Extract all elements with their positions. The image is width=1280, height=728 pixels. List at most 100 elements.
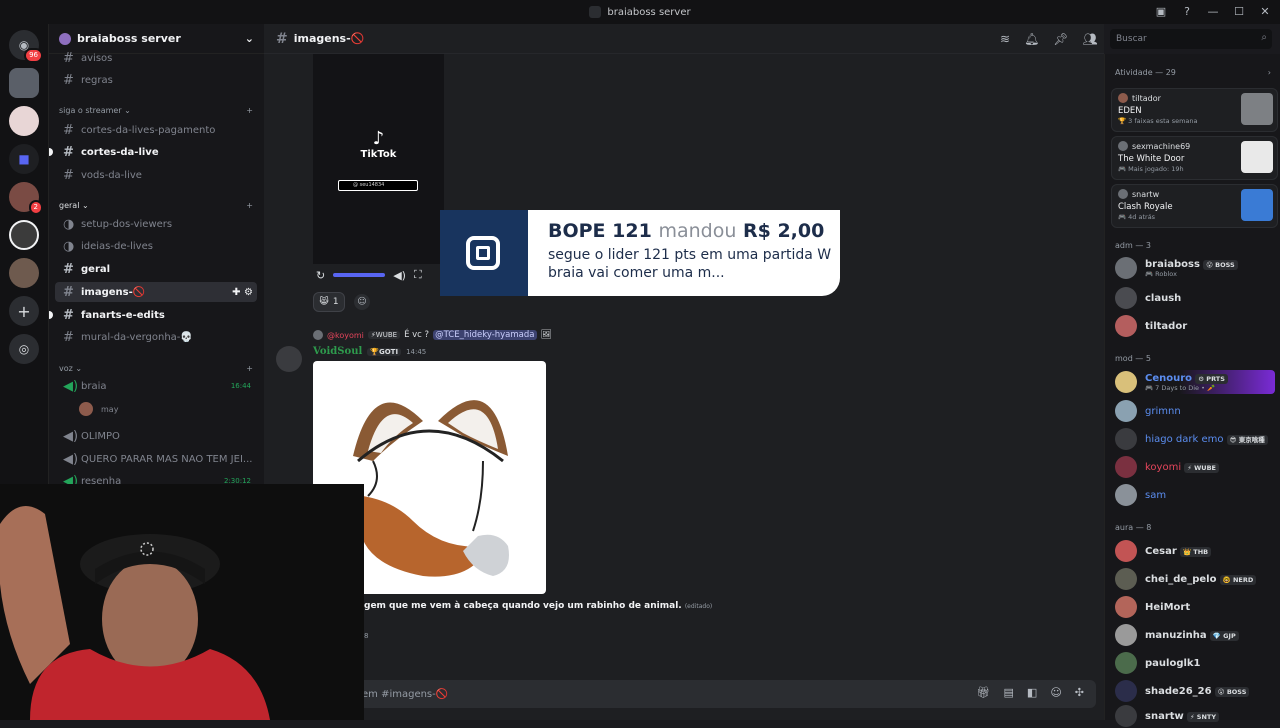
- member-shade26-26[interactable]: shade26_26 😮 BOSS: [1115, 679, 1275, 703]
- reaction-button[interactable]: 😸 1: [313, 292, 345, 312]
- voice-channel-olimpo[interactable]: ◀) OLIMPO: [55, 426, 257, 446]
- close-button[interactable]: ✕: [1256, 3, 1274, 21]
- channel-regras[interactable]: # regras: [55, 70, 257, 90]
- channel-mural-da-vergonha[interactable]: # mural-da-vergonha-💀: [55, 327, 257, 347]
- speaker-icon: ◀): [63, 451, 79, 467]
- discover-icon[interactable]: ◎: [9, 334, 39, 364]
- channel-label: imagens-🚫: [81, 286, 146, 298]
- avatar: [1115, 624, 1137, 646]
- fullscreen-icon[interactable]: ⛶: [414, 268, 422, 282]
- channel-avisos[interactable]: # avisos: [55, 48, 257, 68]
- server-icon[interactable]: ■: [9, 144, 39, 174]
- maximize-button[interactable]: ☐: [1230, 3, 1248, 21]
- window-title: braiaboss server: [607, 6, 691, 18]
- voice-user-may[interactable]: may: [55, 399, 257, 419]
- add-channel-icon[interactable]: +: [246, 364, 253, 373]
- activity-thumbnail: [1241, 141, 1273, 173]
- voice-channel-braia[interactable]: ◀) braia 16:44: [55, 376, 257, 396]
- author-tag: 🏆GOTI: [367, 347, 402, 356]
- apps-icon[interactable]: ✣: [1075, 686, 1084, 699]
- reaction-count: 1: [332, 297, 339, 307]
- voice-channel-quero-parar[interactable]: ◀) QUERO PARAR MAS NAO TEM JEI...: [55, 449, 257, 469]
- member-koyomi[interactable]: koyomi ⚡ WUBE: [1115, 455, 1275, 479]
- chevron-right-icon[interactable]: ›: [1268, 68, 1271, 77]
- member-tiltador[interactable]: tiltador: [1115, 314, 1275, 338]
- add-server-icon[interactable]: +: [9, 296, 39, 326]
- channel-label: QUERO PARAR MAS NAO TEM JEI...: [81, 453, 253, 465]
- gift-icon[interactable]: 🎁︎: [977, 686, 991, 699]
- hash-icon: #: [63, 144, 74, 160]
- minimize-button[interactable]: —: [1204, 3, 1222, 21]
- member-sam[interactable]: sam: [1115, 483, 1275, 507]
- server-icon-braiaboss[interactable]: [9, 220, 39, 250]
- add-channel-icon[interactable]: +: [246, 106, 253, 115]
- member-heimort[interactable]: HeiMort: [1115, 595, 1275, 619]
- volume-icon[interactable]: ◀): [393, 269, 406, 282]
- member-manuzinha[interactable]: manuzinha 💎 GJP: [1115, 623, 1275, 647]
- settings-gear-icon[interactable]: ✚ ⚙: [232, 287, 253, 298]
- channel-geral[interactable]: # geral: [55, 259, 257, 279]
- add-channel-icon[interactable]: +: [246, 201, 253, 210]
- activity-card[interactable]: tiltador EDEN 🏆 3 faixas esta semana: [1111, 88, 1278, 132]
- sticker-icon[interactable]: ◧: [1027, 686, 1037, 699]
- bell-icon[interactable]: 🔔︎: [1024, 32, 1039, 46]
- inbox-icon[interactable]: ▣: [1152, 3, 1170, 21]
- channel-cortes-da-live[interactable]: # cortes-da-live: [49, 142, 257, 162]
- member-cesar[interactable]: Cesar 👑 THB: [1115, 539, 1275, 563]
- channel-cortes-pagamento[interactable]: # cortes-da-lives-pagamento: [55, 120, 257, 140]
- reply-preview[interactable]: @koyomi ⚡WUBE É vc ? @TCE_hideky-hyamada…: [313, 330, 552, 340]
- channel-fanarts-e-edits[interactable]: # fanarts-e-edits: [49, 305, 257, 325]
- hash-icon: #: [63, 167, 74, 183]
- add-reaction-icon[interactable]: ☺: [354, 294, 370, 310]
- pin-icon[interactable]: 📌︎: [1053, 32, 1068, 46]
- video-embed[interactable]: ♪ TikTok @ seu14834: [313, 54, 444, 264]
- activity-card[interactable]: sexmachine69 The White Door 🎮 Mais jogad…: [1111, 136, 1278, 180]
- reply-username[interactable]: @koyomi: [327, 331, 364, 340]
- member-pauloglk1[interactable]: pauloglk1: [1115, 651, 1275, 675]
- reply-mention[interactable]: @TCE_hideky-hyamada: [433, 330, 537, 340]
- member-cenouro[interactable]: Cenouro ⚙ PRTS 🎮 7 Days to Die • 🥕: [1115, 370, 1275, 394]
- category-geral[interactable]: geral ⌄ +: [59, 201, 253, 210]
- message-input[interactable]: em #imagens-🚫 🎁︎ ▤ ◧ ☺ ✣: [274, 680, 1096, 708]
- donation-logo-icon: [440, 210, 528, 296]
- member-tag: 😮 BOSS: [1203, 259, 1238, 270]
- members-icon[interactable]: 👥︎: [1083, 32, 1098, 46]
- member-grimnn[interactable]: grimnn: [1115, 399, 1275, 423]
- member-name: sam: [1145, 489, 1167, 501]
- author-avatar[interactable]: [276, 346, 302, 372]
- channel-vods-da-live[interactable]: # vods-da-live: [55, 165, 257, 185]
- server-icon[interactable]: [9, 106, 39, 136]
- member-tag: ⚡ WUBE: [1184, 462, 1219, 473]
- server-icon[interactable]: [9, 68, 39, 98]
- threads-icon[interactable]: ≋: [1000, 32, 1010, 46]
- author-name[interactable]: VoidSoul: [313, 346, 362, 357]
- channel-ideias-de-lives[interactable]: ◑ ideias-de-lives: [55, 236, 257, 256]
- member-name: pauloglk1: [1145, 657, 1201, 669]
- member-snartw[interactable]: snartw ⚡ SNTY: [1115, 704, 1275, 728]
- avatar: [1115, 400, 1137, 422]
- member-tag: 😮 BOSS: [1214, 686, 1250, 697]
- channel-label: regras: [81, 74, 113, 86]
- replay-icon[interactable]: ↻: [316, 269, 325, 282]
- member-hiago[interactable]: hiago dark emo 😎 東京喰種: [1115, 427, 1275, 451]
- channel-setup-dos-viewers[interactable]: ◑ setup-dos-viewers: [55, 214, 257, 234]
- member-chei-de-pelo[interactable]: chei_de_pelo 🤓 NERD: [1115, 567, 1275, 591]
- home-button[interactable]: ◉ 96: [9, 30, 43, 63]
- activity-card[interactable]: snartw Clash Royale 🎮 4d atrás: [1111, 184, 1278, 228]
- server-icon[interactable]: 2: [9, 182, 43, 215]
- member-claush[interactable]: claush: [1115, 286, 1275, 310]
- search-input[interactable]: Buscar ⌕: [1110, 29, 1272, 49]
- server-icon[interactable]: [9, 258, 39, 288]
- member-braiaboss[interactable]: braiaboss 😮 BOSS 🎮 Roblox: [1115, 256, 1275, 280]
- channel-label: fanarts-e-edits: [81, 309, 165, 321]
- volume-slider[interactable]: [333, 273, 386, 277]
- emoji-icon[interactable]: ☺: [1050, 686, 1061, 699]
- channel-imagens[interactable]: # imagens-🚫 ✚ ⚙: [55, 282, 257, 302]
- help-icon[interactable]: ?: [1178, 3, 1196, 21]
- member-name: chei_de_pelo: [1145, 573, 1217, 585]
- video-handle: @ seu14834: [338, 180, 418, 191]
- category-siga-o-streamer[interactable]: siga o streamer ⌄ +: [59, 106, 253, 115]
- channel-label: vods-da-live: [81, 169, 142, 181]
- gif-icon[interactable]: ▤: [1004, 686, 1014, 699]
- category-voz[interactable]: voz ⌄ +: [59, 364, 253, 373]
